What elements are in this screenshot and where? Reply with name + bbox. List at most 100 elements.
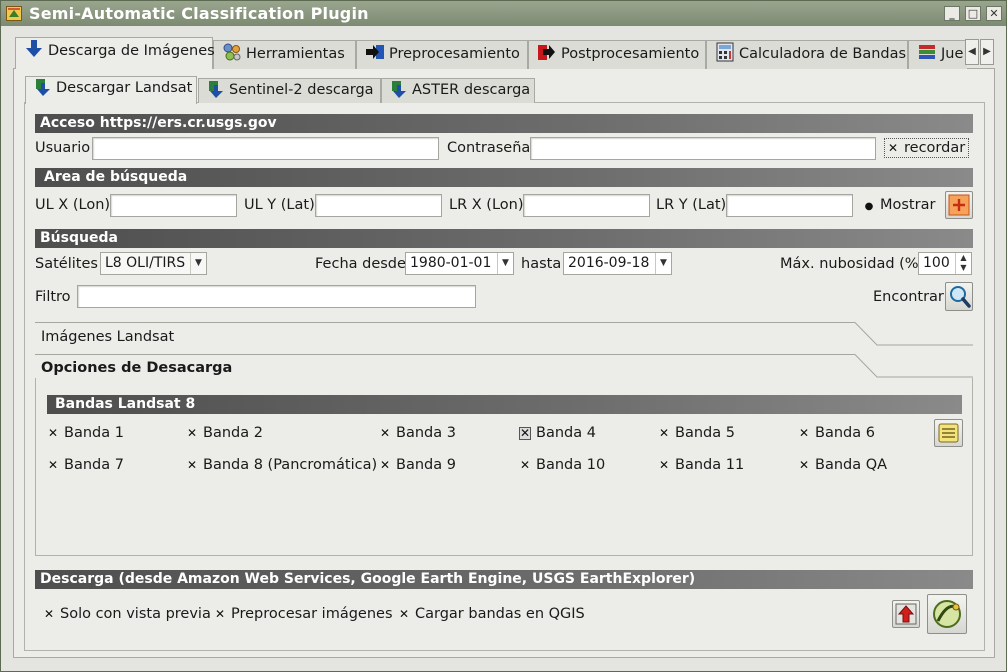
tab-label: Postprocesamiento [561, 46, 700, 62]
checkbox-mark-icon: ✕ [887, 141, 899, 155]
until-label: hasta [521, 256, 562, 272]
app-icon [6, 6, 22, 21]
download-options-toggle[interactable]: Opciones de Desacarga [41, 360, 232, 376]
landsat-download-icon [36, 79, 50, 96]
minimize-button[interactable]: _ [944, 6, 960, 21]
title-bar[interactable]: Semi-Automatic Classification Plugin _ □… [1, 1, 1006, 26]
band-9-checkbox[interactable]: ✕ Banda 9 [379, 457, 456, 473]
checkbox-mark-icon: ✕ [398, 607, 410, 621]
checkbox-mark-icon: ✕ [379, 458, 391, 472]
remember-checkbox[interactable]: ✕ recordar [884, 138, 970, 158]
lry-input[interactable] [726, 194, 853, 217]
password-input[interactable] [530, 137, 876, 160]
band-label: Banda 7 [64, 457, 124, 473]
filter-input[interactable] [77, 285, 476, 308]
dropdown-arrow-icon: ▼ [190, 253, 206, 274]
uly-input[interactable] [315, 194, 442, 217]
password-label: Contraseña [447, 140, 531, 156]
tab-scroll-left-button[interactable]: ◀ [965, 39, 979, 65]
spin-up-icon[interactable]: ▲ [955, 253, 971, 263]
satellite-value: L8 OLI/TIRS [105, 255, 186, 271]
band-11-checkbox[interactable]: ✕ Banda 11 [658, 457, 744, 473]
tab-descargar-landsat[interactable]: Descargar Landsat [25, 76, 197, 104]
band-4-checkbox[interactable]: ✕ Banda 4 [519, 425, 596, 441]
band-qa-checkbox[interactable]: ✕ Banda QA [798, 457, 887, 473]
satellite-select[interactable]: L8 OLI/TIRS ▼ [100, 252, 207, 275]
find-label: Encontrar [873, 289, 944, 305]
band-label: Banda 2 [203, 425, 263, 441]
date-until-picker[interactable]: 2016-09-18 ▼ [563, 252, 672, 275]
tab-label: ASTER descarga [412, 82, 531, 98]
divider [35, 322, 855, 323]
band-label: Banda 5 [675, 425, 735, 441]
maximize-button[interactable]: □ [965, 6, 981, 21]
filter-label: Filtro [35, 289, 71, 305]
checkbox-mark-icon: ✕ [658, 426, 670, 440]
ulx-label: UL X (Lon) [35, 197, 111, 213]
band-1-checkbox[interactable]: ✕ Banda 1 [47, 425, 124, 441]
select-all-bands-button[interactable] [934, 419, 963, 447]
ulx-input[interactable] [110, 194, 237, 217]
cloud-cover-spinbox[interactable]: 100 ▲ ▼ [918, 252, 972, 275]
show-area-radio[interactable]: ● Mostrar [863, 197, 936, 213]
cloud-cover-label: Máx. nubosidad (%) [780, 256, 925, 272]
pointer-add-button[interactable] [945, 191, 973, 219]
tab-label: Preprocesamiento [389, 46, 520, 62]
preprocess-images-checkbox[interactable]: ✕ Preprocesar imágenes [214, 606, 393, 622]
tab-edge-shape [853, 322, 973, 346]
tab-juego-bandas[interactable]: Jue [908, 40, 967, 69]
postprocessing-icon [538, 45, 555, 60]
spin-down-icon[interactable]: ▼ [955, 263, 971, 274]
tab-postprocesamiento[interactable]: Postprocesamiento [528, 40, 706, 69]
band-6-checkbox[interactable]: ✕ Banda 6 [798, 425, 875, 441]
band-5-checkbox[interactable]: ✕ Banda 5 [658, 425, 735, 441]
lry-label: LR Y (Lat) [656, 197, 727, 213]
tab-herramientas[interactable]: Herramientas [213, 40, 356, 69]
band-2-checkbox[interactable]: ✕ Banda 2 [186, 425, 263, 441]
close-button[interactable]: ✕ [986, 6, 1002, 21]
tab-calculadora-bandas[interactable]: Calculadora de Bandas [706, 40, 908, 69]
band-label: Banda 6 [815, 425, 875, 441]
user-input[interactable] [92, 137, 439, 160]
tab-aster-descarga[interactable]: ASTER descarga [381, 78, 535, 103]
download-section-header: Descarga (desde Amazon Web Services, Goo… [35, 570, 973, 589]
preprocessing-icon [366, 45, 384, 59]
magnifier-icon [950, 286, 971, 308]
checklist-icon [938, 423, 959, 443]
checkbox-mark-icon: ✕ [658, 458, 670, 472]
landsat-images-toggle[interactable]: Imágenes Landsat [41, 329, 174, 345]
find-button[interactable] [945, 282, 973, 311]
tab-descarga-imagenes[interactable]: Descarga de Imágenes [15, 37, 215, 69]
load-bands-checkbox[interactable]: ✕ Cargar bandas en QGIS [398, 606, 585, 622]
tab-sentinel-2-descarga[interactable]: Sentinel-2 descarga [198, 78, 381, 103]
satellites-label: Satélites [35, 256, 98, 272]
lrx-label: LR X (Lon) [449, 197, 524, 213]
band-10-checkbox[interactable]: ✕ Banda 10 [519, 457, 605, 473]
band-7-checkbox[interactable]: ✕ Banda 7 [47, 457, 124, 473]
checkbox-mark-icon: ✕ [47, 458, 59, 472]
lrx-input[interactable] [523, 194, 650, 217]
band-3-checkbox[interactable]: ✕ Banda 3 [379, 425, 456, 441]
tab-preprocesamiento[interactable]: Preprocesamiento [356, 40, 528, 69]
preprocess-label: Preprocesar imágenes [231, 606, 393, 622]
date-from-picker[interactable]: 1980-01-01 ▼ [405, 252, 514, 275]
band-label: Banda 8 (Pancromática) [203, 457, 378, 473]
radio-dot-icon: ● [864, 201, 874, 212]
run-download-button[interactable] [927, 594, 967, 634]
band-8-checkbox[interactable]: ✕ Banda 8 (Pancromática) [186, 457, 377, 473]
dropdown-arrow-icon: ▼ [497, 253, 513, 274]
tab-label: Calculadora de Bandas [739, 46, 907, 62]
tab-scroll-right-button[interactable]: ▶ [980, 39, 994, 65]
band-label: Banda 11 [675, 457, 745, 473]
access-section-header: Acceso https://ers.cr.usgs.gov [35, 114, 973, 133]
cloud-cover-value: 100 [923, 255, 950, 271]
preview-only-checkbox[interactable]: ✕ Solo con vista previa [43, 606, 211, 622]
date-from-label: Fecha desde [315, 256, 406, 272]
user-label: Usuario [35, 140, 91, 156]
band-label: Banda 3 [396, 425, 456, 441]
tab-label: Jue [941, 46, 964, 62]
tab-label: Descargar Landsat [56, 80, 193, 96]
export-links-button[interactable] [892, 600, 920, 628]
checkbox-mark-icon: ✕ [43, 607, 55, 621]
preview-only-label: Solo con vista previa [60, 606, 211, 622]
